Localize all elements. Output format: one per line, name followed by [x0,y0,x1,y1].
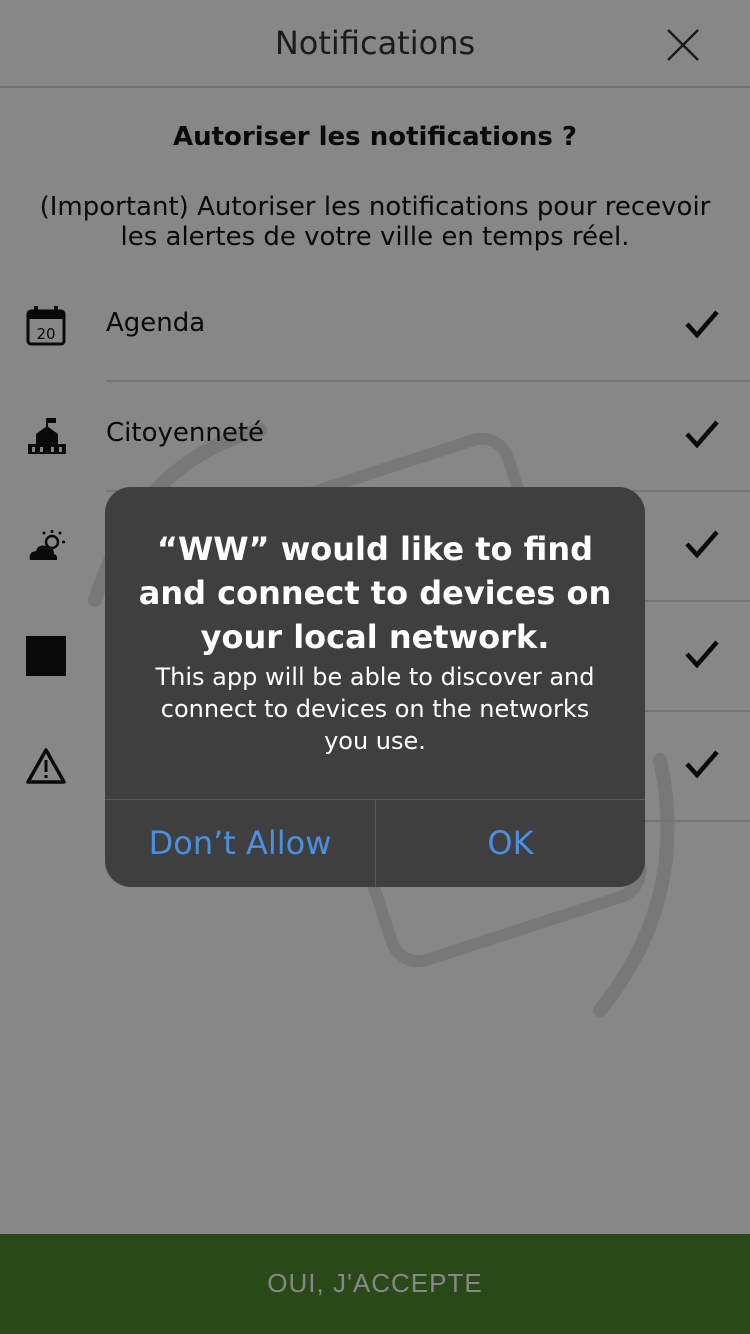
alert-title: “WW” would like to find and connect to d… [138,530,612,656]
alert-message: This app will be able to discover and co… [155,663,595,755]
ok-button[interactable]: OK [376,799,645,887]
local-network-permission-alert: “WW” would like to find and connect to d… [105,487,645,887]
dont-allow-button[interactable]: Don’t Allow [105,799,375,887]
